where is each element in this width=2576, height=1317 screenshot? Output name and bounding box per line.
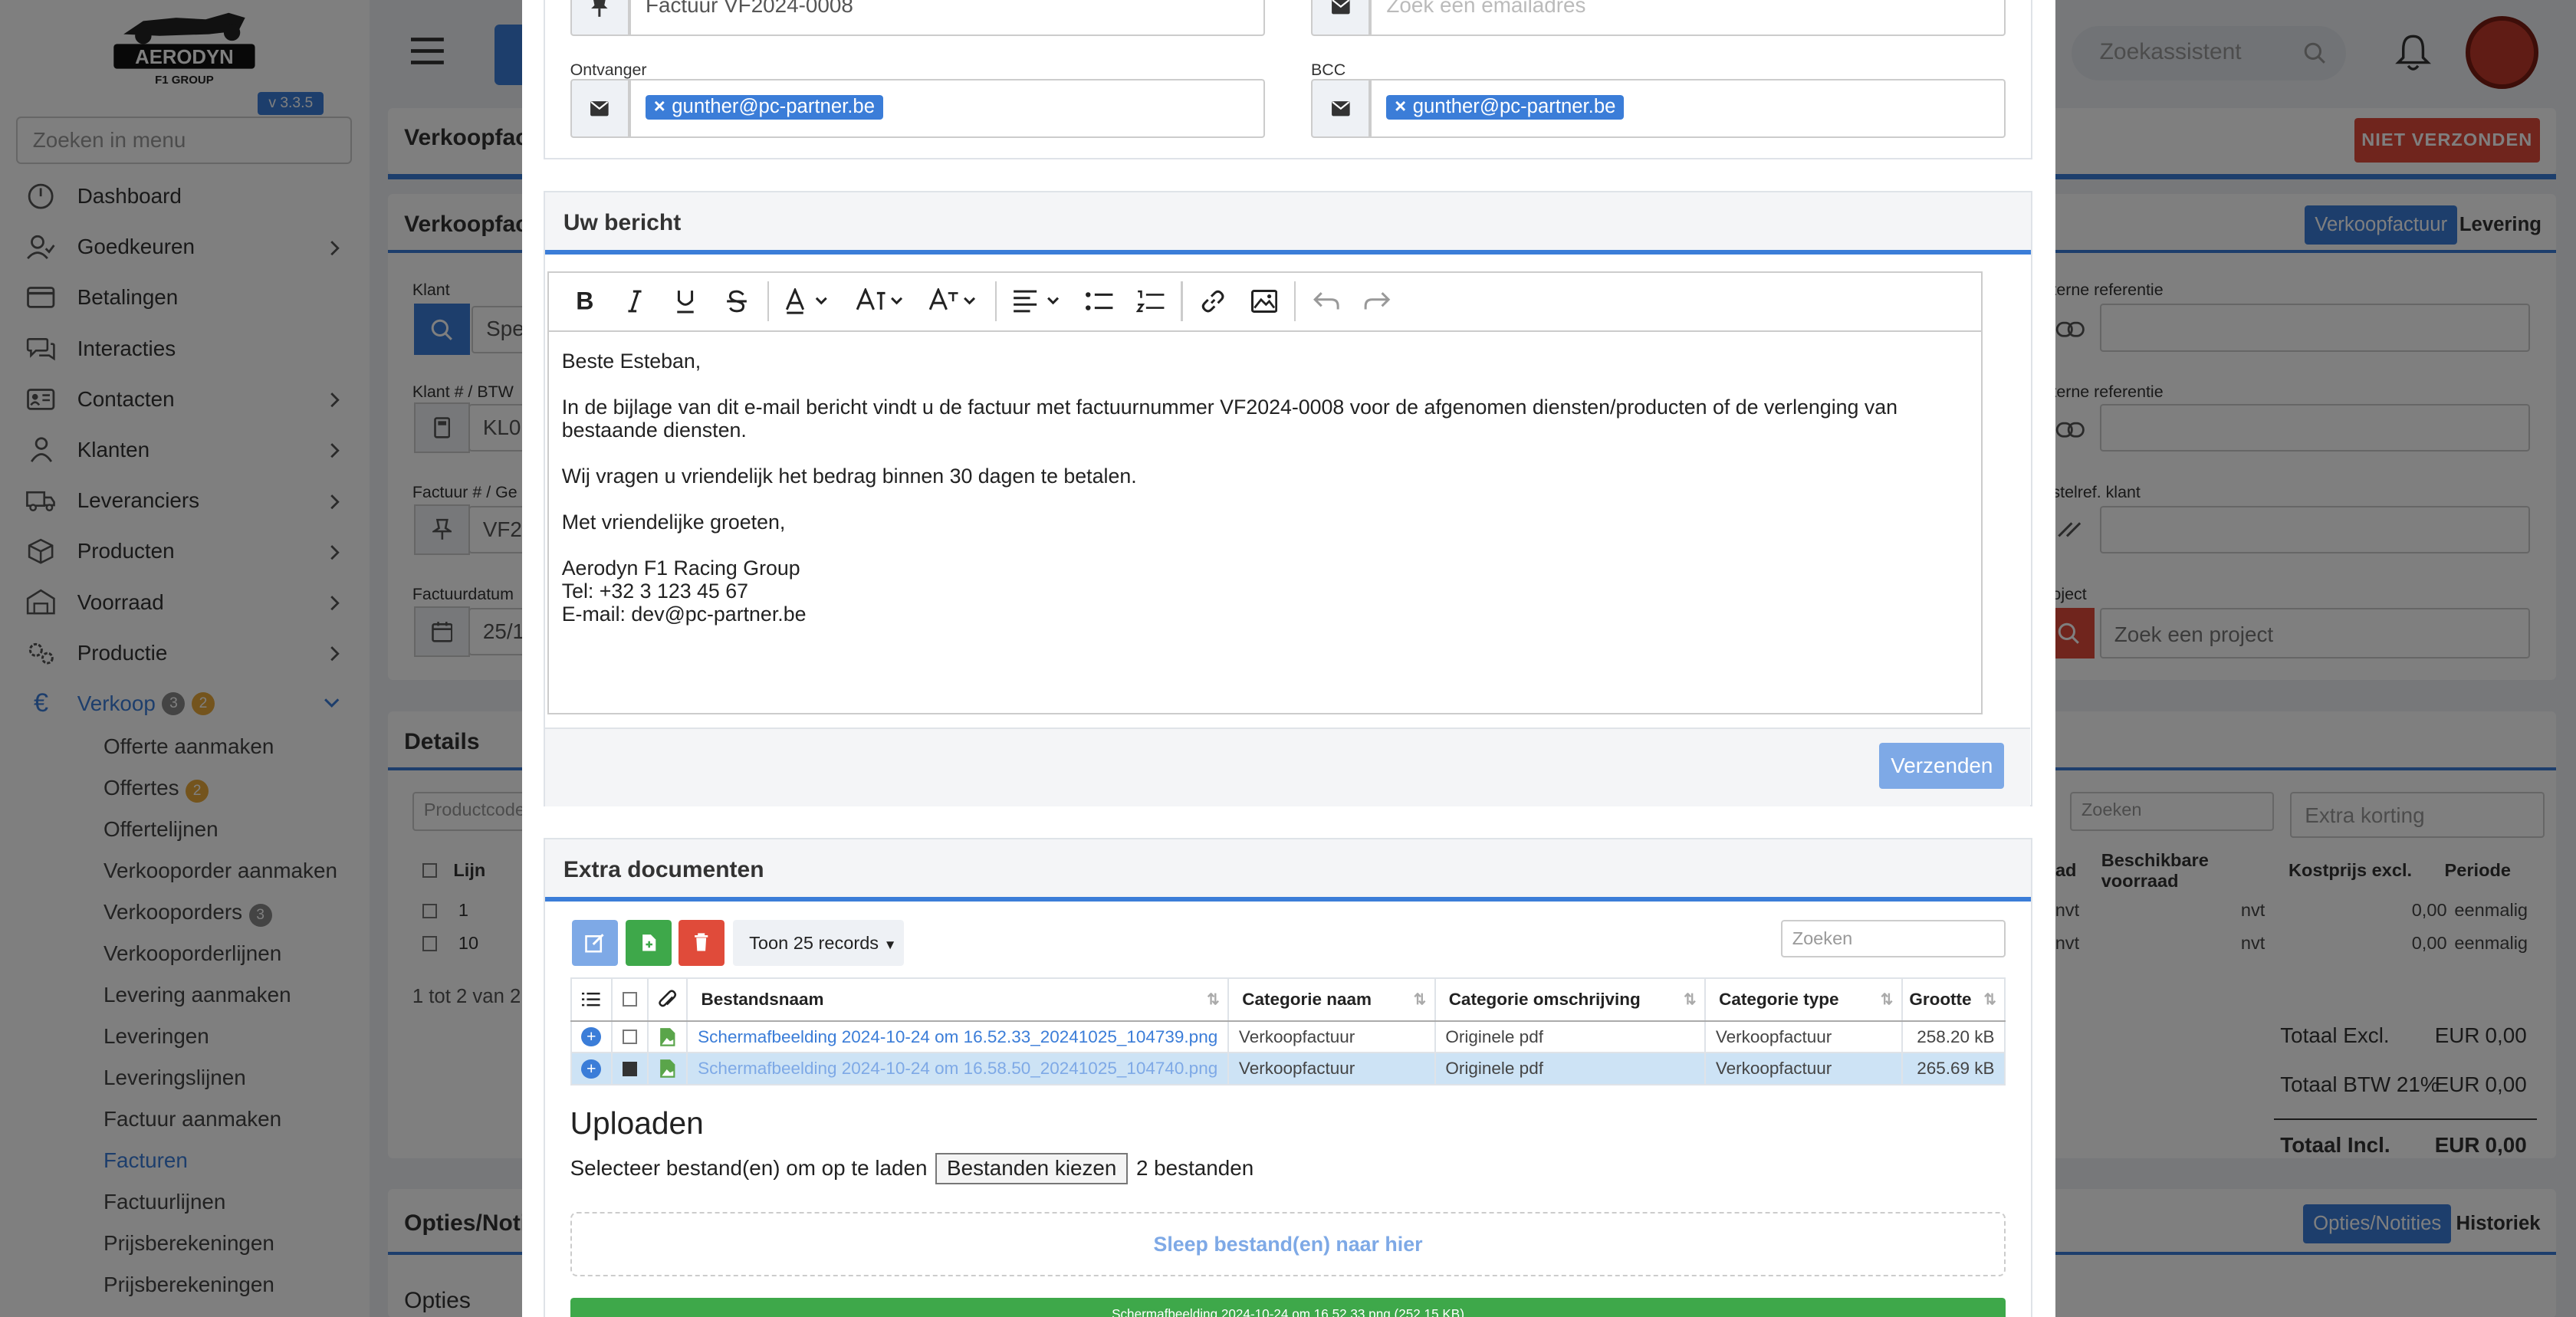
paperclip-icon	[647, 977, 688, 1022]
documents-table-header: Bestandsnaam ⇅ Categorie naam ⇅ Categorie …	[570, 977, 2006, 1022]
sort-icon[interactable]: ⇅	[1414, 990, 1426, 1009]
cell-categorie-naam: Verkoopfactuur	[1227, 1020, 1436, 1054]
delete-document-button[interactable]	[678, 920, 724, 966]
cc-field[interactable]: Zoek een emailadres	[1370, 0, 2006, 37]
col-categorie-naam[interactable]: Categorie naam ⇅	[1227, 977, 1436, 1022]
numbered-list-icon[interactable]	[1125, 277, 1176, 326]
cell-categorie-omschrijving: Originele pdf	[1434, 1020, 1707, 1054]
align-left-icon[interactable]	[1002, 277, 1074, 326]
documents-search-input[interactable]: Zoeken	[1780, 920, 2006, 958]
bcc-tag[interactable]: × gunther@pc-partner.be	[1386, 94, 1625, 120]
redo-icon[interactable]	[1352, 277, 1402, 326]
onderwerp-field[interactable]: Factuur VF2024-0008	[629, 0, 1265, 37]
ontvanger-tag[interactable]: × gunther@pc-partner.be	[645, 94, 883, 120]
table-row[interactable]: + Schermafbeelding 2024-10-24 om 16.58.50…	[570, 1052, 2006, 1086]
bold-icon[interactable]: B	[558, 277, 609, 326]
table-row[interactable]: + Schermafbeelding 2024-10-24 om 16.52.33…	[570, 1020, 2006, 1054]
extra-documents-title: Extra documenten	[545, 839, 2031, 902]
signature-name: Aerodyn F1 Racing Group	[561, 557, 800, 580]
sort-icon[interactable]: ⇅	[1207, 990, 1219, 1009]
envelope-icon	[1310, 0, 1371, 37]
sort-icon[interactable]: ⇅	[1684, 990, 1696, 1009]
envelope-icon	[570, 78, 629, 138]
message-editor[interactable]: Beste Esteban, In de bijlage van dit e-m…	[547, 330, 1983, 715]
signature-email: E-mail: dev@pc-partner.be	[561, 603, 807, 626]
choose-files-button[interactable]: Bestanden kiezen	[935, 1153, 1129, 1184]
strikethrough-icon[interactable]	[711, 277, 762, 326]
new-document-button[interactable]	[626, 920, 672, 966]
col-bestandsnaam[interactable]: Bestandsnaam ⇅	[686, 977, 1230, 1022]
toolbar-divider	[1294, 281, 1296, 321]
image-file-icon	[647, 1052, 688, 1086]
select-all-checkbox[interactable]	[610, 977, 649, 1022]
ontvanger-label: Ontvanger	[570, 61, 647, 80]
col-categorie-omschrijving[interactable]: Categorie omschrijving ⇅	[1434, 977, 1707, 1022]
cell-categorie-omschrijving: Originele pdf	[1434, 1052, 1707, 1086]
column-toggle-icon[interactable]	[570, 977, 613, 1022]
signature-phone: Tel: +32 3 123 45 67	[561, 580, 749, 603]
caret-down-icon: ▼	[883, 937, 897, 952]
font-family-icon[interactable]	[918, 277, 991, 326]
file-plus-icon	[642, 934, 656, 951]
envelope-icon	[1310, 78, 1371, 138]
email-modal: Factuur VF2024-0008 Zoek een emailadres …	[522, 0, 2055, 1317]
upload-title: Uploaden	[570, 1105, 704, 1141]
underline-icon[interactable]	[660, 277, 711, 326]
bcc-field[interactable]: × gunther@pc-partner.be	[1370, 78, 2006, 138]
upload-count: 2 bestanden	[1135, 1156, 1254, 1181]
remove-tag-icon[interactable]: ×	[1395, 96, 1406, 117]
file-name-link[interactable]: Schermafbeelding 2024-10-24 om 16.58.50_…	[686, 1052, 1230, 1086]
records-per-page-dropdown[interactable]: Toon 25 records ▼	[732, 920, 904, 966]
closing-text: Met vriendelijke groeten,	[561, 511, 786, 534]
col-categorie-type[interactable]: Categorie type ⇅	[1704, 977, 1903, 1022]
bcc-label: BCC	[1310, 61, 1346, 80]
cell-grootte: 258.20 kB	[1901, 1020, 2006, 1054]
col-grootte[interactable]: Grootte ⇅	[1901, 977, 2006, 1022]
upload-progress-bar: Schermafbeelding 2024-10-24 om 16.52.33.…	[570, 1297, 2006, 1317]
font-color-icon[interactable]	[774, 277, 846, 326]
toolbar-divider	[995, 281, 997, 321]
bullet-list-icon[interactable]	[1074, 277, 1125, 326]
app-root: AERODYN F1 GROUP v 3.3.5 Zoeken in menu …	[0, 0, 2576, 1317]
expand-row-icon[interactable]: +	[570, 1020, 613, 1054]
upload-label: Selecteer bestand(en) om op te laden	[570, 1156, 928, 1181]
toolbar-divider	[767, 281, 769, 321]
drop-zone[interactable]: Sleep bestand(en) naar hier	[570, 1212, 2006, 1276]
link-icon[interactable]	[1188, 277, 1238, 326]
message-footer	[545, 727, 2031, 806]
cell-grootte: 265.69 kB	[1901, 1052, 2006, 1086]
body-paragraph-2: Wij vragen u vriendelijk het bedrag binn…	[561, 465, 1137, 488]
svg-text:B: B	[576, 290, 593, 313]
row-checkbox[interactable]	[610, 1020, 649, 1054]
documents-table: Bestandsnaam ⇅ Categorie naam ⇅ Categorie …	[570, 977, 2006, 1086]
message-box-title: Uw bericht	[545, 192, 2031, 255]
cell-categorie-type: Verkoopfactuur	[1704, 1052, 1903, 1086]
trash-icon	[695, 933, 708, 951]
greeting-text: Beste Esteban,	[561, 350, 702, 373]
sort-icon[interactable]: ⇅	[1881, 990, 1893, 1009]
cell-categorie-naam: Verkoopfactuur	[1227, 1052, 1436, 1086]
ontvanger-field[interactable]: × gunther@pc-partner.be	[629, 78, 1265, 138]
font-size-icon[interactable]	[846, 277, 918, 326]
image-icon[interactable]	[1238, 277, 1289, 326]
image-file-icon	[647, 1020, 688, 1054]
pencil-square-icon	[585, 934, 604, 953]
toolbar-divider	[1181, 281, 1183, 321]
send-button[interactable]: Verzenden	[1879, 742, 2005, 789]
sort-icon[interactable]: ⇅	[1984, 990, 1996, 1009]
remove-tag-icon[interactable]: ×	[654, 96, 665, 117]
undo-icon[interactable]	[1301, 277, 1352, 326]
editor-toolbar: B	[547, 271, 1983, 332]
body-paragraph-1: In de bijlage van dit e-mail bericht vin…	[561, 396, 1898, 442]
expand-row-icon[interactable]: +	[570, 1052, 613, 1086]
edit-document-button[interactable]	[571, 920, 618, 966]
pin-icon	[570, 0, 629, 37]
file-name-link[interactable]: Schermafbeelding 2024-10-24 om 16.52.33_…	[686, 1020, 1230, 1054]
cell-categorie-type: Verkoopfactuur	[1704, 1020, 1903, 1054]
progress-filename: Schermafbeelding 2024-10-24 om 16.52.33.…	[1112, 1306, 1464, 1317]
italic-icon[interactable]	[610, 277, 660, 326]
upload-row: Selecteer bestand(en) om op te laden Bes…	[570, 1153, 1254, 1184]
row-checkbox[interactable]	[610, 1052, 649, 1086]
